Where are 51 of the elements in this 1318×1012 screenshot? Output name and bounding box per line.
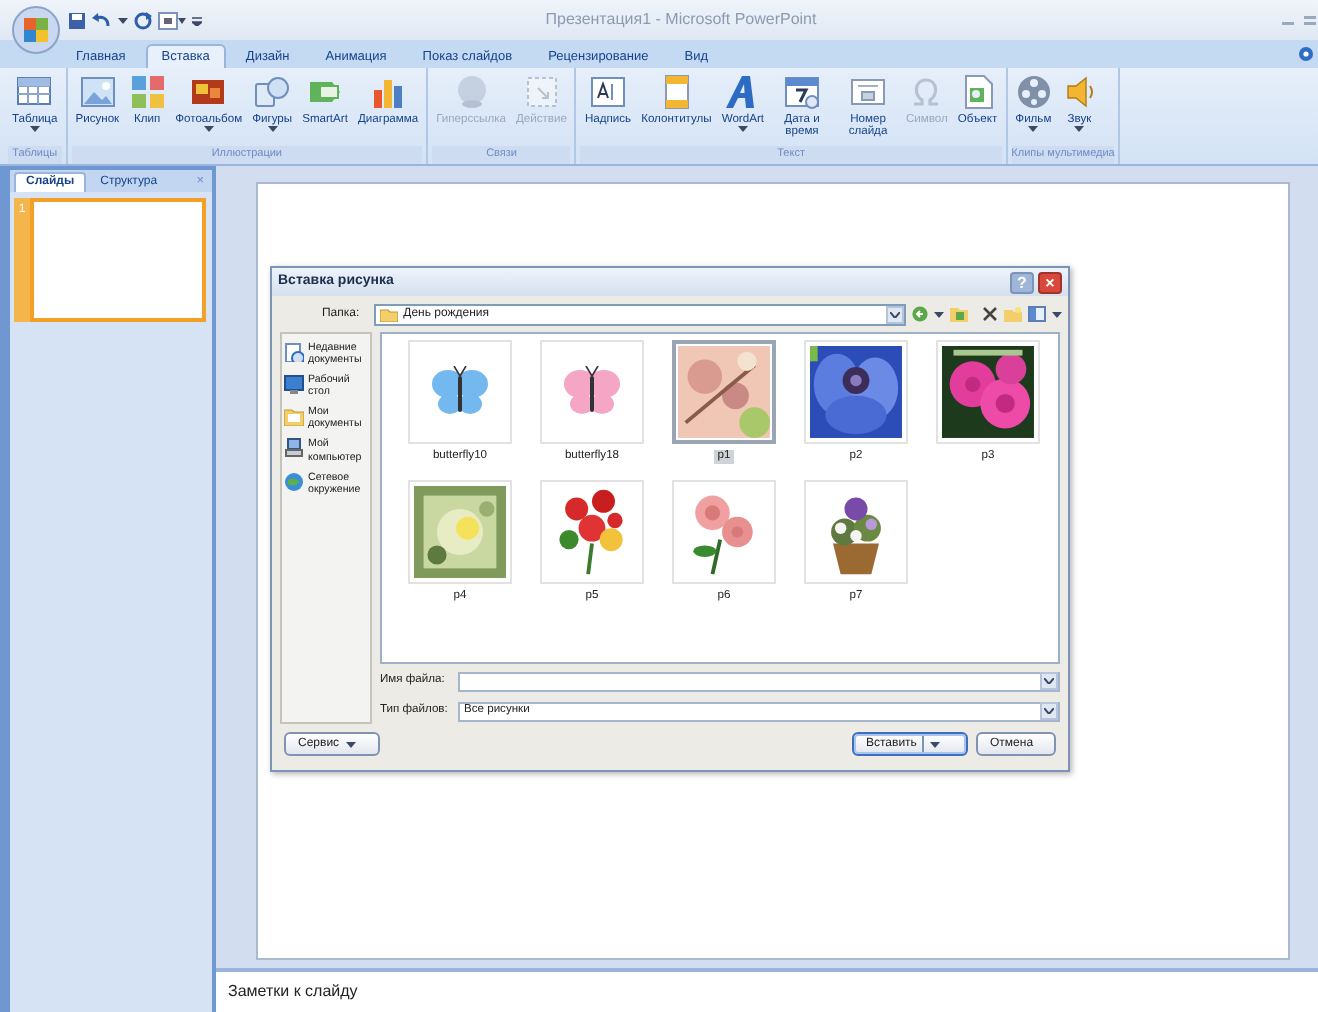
calendar-icon [784, 74, 820, 110]
picture-icon [79, 74, 116, 110]
close-button[interactable]: × [1038, 271, 1062, 293]
office-button-icon[interactable] [12, 6, 60, 54]
object-icon [959, 74, 996, 110]
delete-icon[interactable] [982, 306, 998, 322]
globe-icon [453, 74, 490, 110]
caret-icon[interactable] [118, 17, 128, 23]
dropdown-button[interactable] [1040, 702, 1058, 721]
desktop-icon [284, 374, 304, 395]
caret-icon [203, 126, 214, 133]
chevron-down-icon [1044, 678, 1054, 685]
chart-icon [370, 74, 407, 110]
undo-icon[interactable] [92, 11, 112, 29]
thumbnail-tile[interactable] [672, 340, 776, 444]
save-icon[interactable] [68, 11, 86, 29]
chevron-down-icon [1044, 708, 1054, 715]
table-icon [16, 74, 53, 110]
folder-icon [284, 406, 304, 427]
folder-icon [379, 307, 398, 321]
film-reel-icon [1015, 74, 1052, 110]
text-box-icon[interactable] [158, 11, 186, 29]
views-icon[interactable] [1028, 306, 1046, 322]
dropdown-button[interactable] [886, 305, 904, 323]
help-icon[interactable] [1298, 46, 1314, 62]
file-name-field[interactable] [458, 671, 1060, 692]
caret-icon [29, 126, 40, 133]
window-title: Презентация1 - Microsoft PowerPoint [543, 8, 819, 32]
slide-number-icon [850, 74, 886, 110]
computer-icon [284, 438, 304, 459]
caret-icon [345, 741, 356, 747]
caret-icon [934, 311, 944, 317]
slide-thumbnail[interactable] [30, 198, 206, 322]
caret-icon [737, 126, 748, 133]
text-box-icon [590, 74, 627, 110]
photo-album-icon [190, 74, 227, 110]
customize-icon[interactable] [192, 15, 202, 25]
caret-icon [1052, 311, 1062, 317]
speaker-icon [1061, 74, 1098, 110]
globe-icon [284, 471, 304, 492]
caret-icon [1074, 126, 1085, 133]
action-icon [523, 74, 560, 110]
caret-icon [930, 741, 941, 747]
redo-icon[interactable] [134, 11, 152, 29]
chevron-down-icon [890, 311, 900, 317]
caret-icon [267, 126, 278, 133]
caret-icon [1028, 126, 1039, 133]
back-icon[interactable] [912, 306, 928, 322]
dropdown-button[interactable] [1040, 672, 1058, 691]
shapes-icon [254, 74, 291, 110]
clip-icon [129, 74, 166, 110]
